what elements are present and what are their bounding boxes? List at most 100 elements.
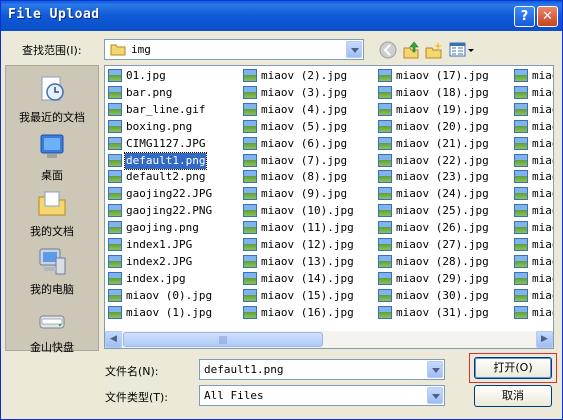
file-name: miaov (25).jpg	[396, 204, 489, 218]
file-name: miaov (22).jpg	[396, 153, 489, 167]
back-icon[interactable]	[379, 41, 397, 59]
image-file-icon	[108, 69, 122, 82]
chevron-down-icon[interactable]	[427, 361, 443, 378]
chevron-down-icon[interactable]	[346, 41, 362, 58]
file-name: miaov (11).jpg	[261, 221, 354, 235]
file-name: miaov (28).jpg	[396, 254, 489, 268]
filename-label: 文件名(N):	[105, 365, 159, 378]
image-file-icon	[108, 305, 122, 319]
image-file-icon	[108, 187, 122, 201]
help-button[interactable]: ?	[514, 6, 535, 27]
image-file-icon	[378, 271, 392, 285]
file-name: miaov (0).jpg	[126, 288, 213, 302]
image-file-icon	[378, 119, 392, 133]
image-file-icon	[108, 102, 122, 116]
place-kuaipan[interactable]: 金山快盘	[6, 304, 98, 355]
image-file-icon	[243, 271, 257, 285]
image-file-icon	[514, 136, 528, 150]
open-button[interactable]: 打开(O)	[474, 357, 552, 379]
horizontal-scrollbar[interactable]: ◀ ▶	[105, 331, 553, 348]
file-name: miaov (24).jpg	[396, 187, 489, 201]
view-menu-icon[interactable]	[449, 41, 475, 59]
image-file-icon	[243, 119, 257, 133]
place-my-computer[interactable]: 我的电脑	[6, 246, 98, 297]
scroll-left-button[interactable]: ◀	[105, 331, 122, 348]
image-file-icon	[243, 136, 257, 150]
file-name: miaov (30).jpg	[396, 288, 489, 302]
image-file-icon	[378, 221, 392, 235]
file-name: miao	[532, 221, 553, 235]
file-name: miaov (26).jpg	[396, 221, 489, 235]
image-file-icon	[514, 170, 528, 184]
image-file-icon	[514, 271, 528, 285]
place-my-documents[interactable]: 我的文档	[6, 188, 98, 239]
cancel-button[interactable]: 取消	[474, 385, 552, 407]
title-bar[interactable]: File Upload ? ✕	[1, 1, 562, 31]
image-file-icon	[108, 119, 122, 133]
place-label: 我的文档	[30, 225, 74, 238]
up-folder-icon[interactable]	[402, 41, 420, 59]
image-file-icon	[514, 102, 528, 116]
desktop-icon	[40, 134, 64, 158]
grip-icon	[219, 336, 227, 344]
file-name: default1.png	[123, 151, 208, 170]
place-label: 我的电脑	[30, 283, 74, 296]
folder-icon	[110, 44, 126, 56]
image-file-icon	[108, 254, 122, 268]
file-name: miaov (4).jpg	[261, 102, 348, 116]
image-file-icon	[108, 271, 122, 285]
image-file-icon	[243, 288, 257, 302]
place-label: 桌面	[41, 169, 63, 182]
image-file-icon	[378, 288, 392, 302]
image-file-icon	[378, 153, 392, 167]
file-name: miaov (15).jpg	[261, 288, 354, 302]
place-label: 金山快盘	[30, 341, 74, 354]
image-file-icon	[243, 238, 257, 251]
scroll-thumb[interactable]	[123, 332, 323, 347]
image-file-icon	[108, 153, 122, 167]
image-file-icon	[108, 221, 122, 235]
filetype-dropdown[interactable]: All Files	[199, 385, 445, 406]
file-name: miao	[532, 204, 553, 218]
look-in-dropdown[interactable]: img	[104, 39, 364, 60]
image-file-icon	[108, 170, 122, 184]
file-name: miaov (9).jpg	[261, 187, 348, 201]
my-computer-icon	[39, 248, 66, 275]
file-name: CIMG1127.JPG	[126, 136, 206, 150]
file-name: boxing.png	[126, 119, 193, 133]
file-name: gaojing.png	[126, 221, 199, 235]
file-name: miao	[532, 85, 553, 99]
place-recent-documents[interactable]: 我最近的文档	[6, 74, 98, 125]
places-bar: 我最近的文档 桌面 我的文档 我的电脑 金山快盘	[5, 65, 99, 354]
file-name: miao	[532, 69, 553, 82]
image-file-icon	[243, 305, 257, 319]
place-desktop[interactable]: 桌面	[6, 132, 98, 183]
file-list[interactable]: ◀ ▶ 01.jpg bar.png bar_line.gif boxing.png C…	[104, 65, 554, 349]
image-file-icon	[378, 305, 392, 319]
file-name: miaov (20).jpg	[396, 119, 489, 133]
image-file-icon	[108, 288, 122, 302]
file-name: default2.png	[126, 170, 206, 184]
look-in-value: img	[131, 43, 151, 56]
file-name: bar.png	[126, 85, 173, 99]
filename-field[interactable]: default1.png	[199, 359, 445, 380]
file-name: miaov (23).jpg	[396, 170, 489, 184]
file-name: miao	[532, 153, 553, 167]
file-name: miaov (12).jpg	[261, 238, 354, 251]
image-file-icon	[378, 170, 392, 184]
image-file-icon	[108, 238, 122, 251]
scroll-right-button[interactable]: ▶	[536, 331, 553, 348]
close-button[interactable]: ✕	[537, 6, 558, 27]
image-file-icon	[243, 69, 257, 82]
file-name: index.jpg	[126, 271, 186, 285]
my-documents-icon	[38, 191, 66, 216]
new-folder-icon[interactable]	[425, 41, 443, 59]
image-file-icon	[378, 254, 392, 268]
file-name: miao	[532, 136, 553, 150]
chevron-down-icon[interactable]	[427, 387, 443, 404]
image-file-icon	[514, 254, 528, 268]
file-name: miao	[532, 187, 553, 201]
filetype-value: All Files	[204, 389, 264, 402]
file-name: miaov (5).jpg	[261, 119, 348, 133]
image-file-icon	[108, 136, 122, 150]
